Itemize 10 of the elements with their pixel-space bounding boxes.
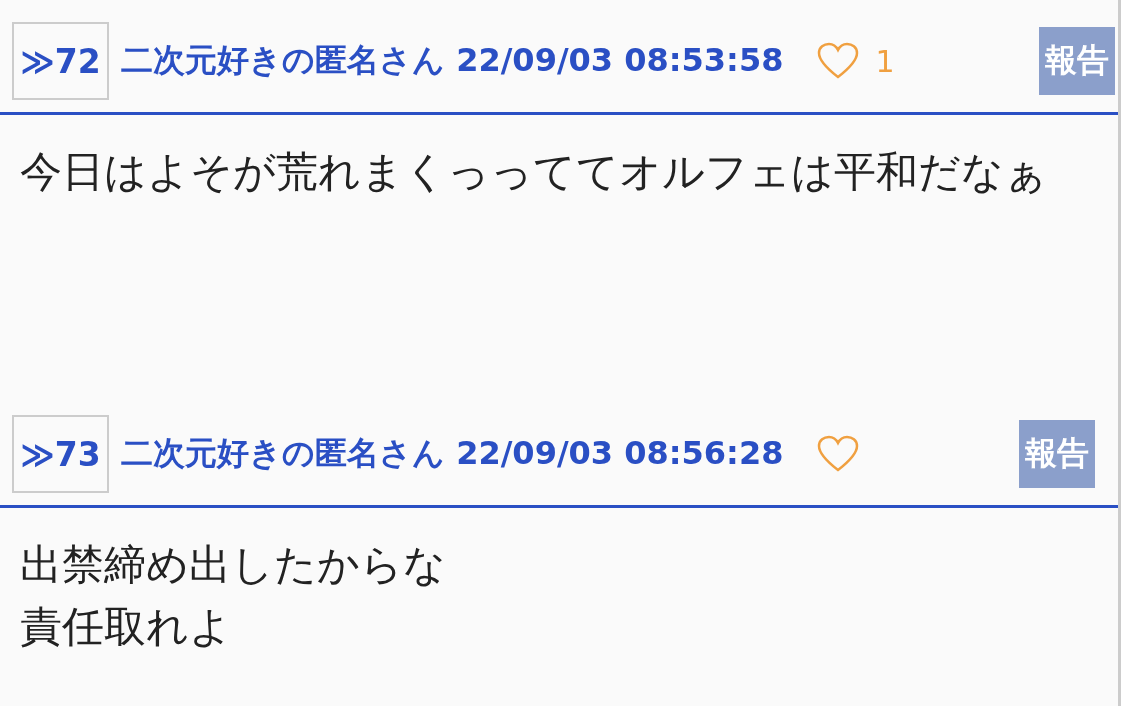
like-count: 1 — [875, 43, 895, 79]
heart-icon[interactable] — [817, 42, 860, 80]
post-number-link[interactable]: ≫73 — [12, 415, 109, 493]
author-and-date: 二次元好きの匿名さん 22/09/03 08:53:58 — [121, 40, 784, 81]
post-text: 責任取れよ — [20, 601, 233, 653]
heart-icon[interactable] — [817, 435, 860, 473]
post-text: 出禁締め出したからな — [20, 539, 447, 591]
post-number-link[interactable]: ≫72 — [12, 22, 109, 100]
author-and-date: 二次元好きの匿名さん 22/09/03 08:56:28 — [121, 433, 784, 474]
post-text: 今日はよそが荒れまくっっててオルフェは平和だなぁ — [20, 146, 1048, 198]
